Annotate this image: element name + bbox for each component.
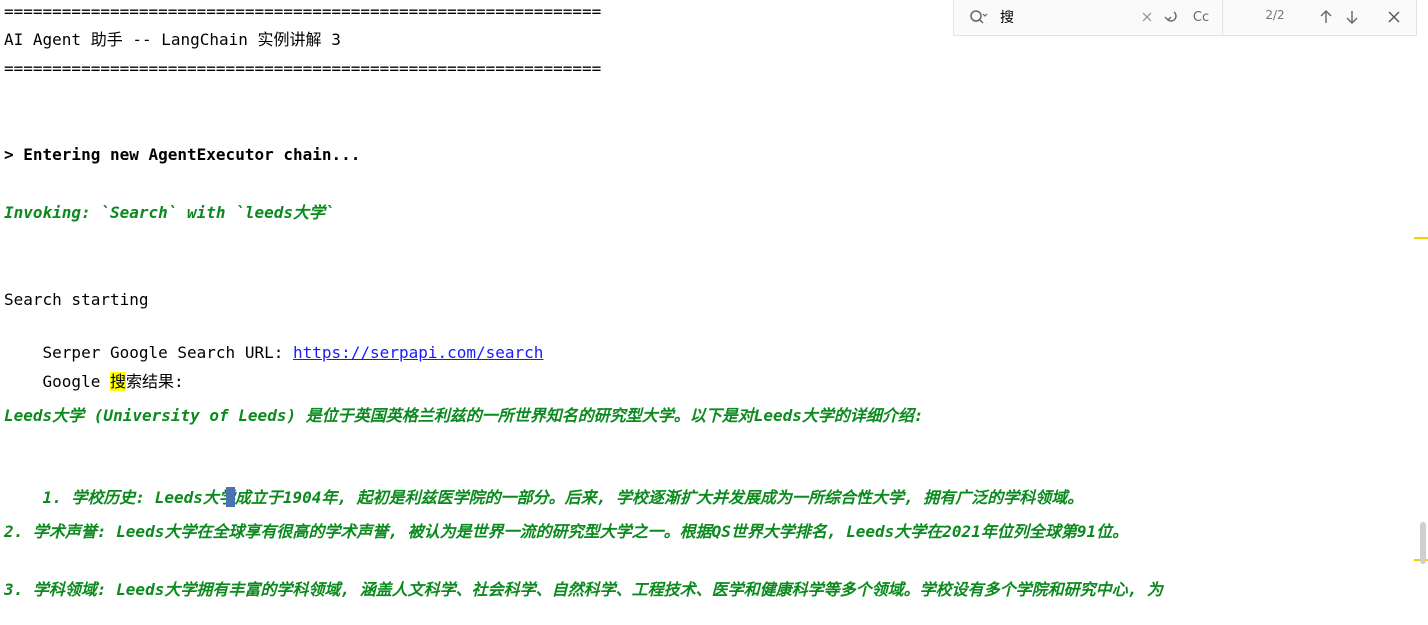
console-title: AI Agent 助手 -- LangChain 实例讲解 3 xyxy=(4,30,341,49)
separator-bottom: ========================================… xyxy=(4,59,602,78)
arrow-down-icon[interactable] xyxy=(1344,6,1360,28)
google-results-line: Google 搜索结果: xyxy=(4,346,184,391)
clear-icon[interactable] xyxy=(1140,6,1154,28)
separator-top: ========================================… xyxy=(4,2,602,21)
item1-part-a: 1. 学校历史: Leeds大学 xyxy=(42,488,235,507)
match-case-button[interactable]: Cc xyxy=(1190,6,1212,28)
google-prefix: Google xyxy=(42,372,110,391)
arrow-up-icon[interactable] xyxy=(1318,6,1334,28)
serper-url-line: Serper Google Search URL: https://serpap… xyxy=(4,317,544,362)
find-bar: Cc 2/2 xyxy=(953,0,1417,36)
close-icon[interactable] xyxy=(1386,6,1402,28)
console-output: ========================================… xyxy=(4,0,1428,625)
item2-line: 2. 学术声誉: Leeds大学在全球享有很高的学术声誉, 被认为是世界一流的研… xyxy=(4,522,1129,541)
match-count: 2/2 xyxy=(1265,8,1285,22)
vertical-scrollbar[interactable] xyxy=(1420,522,1426,564)
entering-chain-line: > Entering new AgentExecutor chain... xyxy=(4,145,361,164)
invoking-line: Invoking: `Search` with `leeds大学` xyxy=(4,203,335,222)
intro-line: Leeds大学 (University of Leeds) 是位于英国英格兰利兹… xyxy=(4,406,924,425)
find-input[interactable] xyxy=(1000,7,1130,27)
search-icon[interactable] xyxy=(968,7,988,27)
text-cursor xyxy=(225,487,235,507)
item1-part-b: 成立于1904年, 起初是利兹医学院的一部分。后来, 学校逐渐扩大并发展成为一所… xyxy=(234,488,1084,507)
newline-icon[interactable] xyxy=(1161,6,1181,28)
item1-line: 1. 学校历史: Leeds大学成立于1904年, 起初是利兹医学院的一部分。后… xyxy=(4,462,1083,507)
find-bar-divider xyxy=(1222,0,1223,35)
search-match-highlight: 搜 xyxy=(109,372,126,391)
search-starting-line: Search starting xyxy=(4,290,149,309)
item3-line: 3. 学科领域: Leeds大学拥有丰富的学科领域, 涵盖人文科学、社会科学、自… xyxy=(4,580,1163,599)
match-marker[interactable] xyxy=(1414,237,1428,239)
serper-url-link[interactable]: https://serpapi.com/search xyxy=(293,343,543,362)
google-suffix: 索结果: xyxy=(125,372,184,391)
